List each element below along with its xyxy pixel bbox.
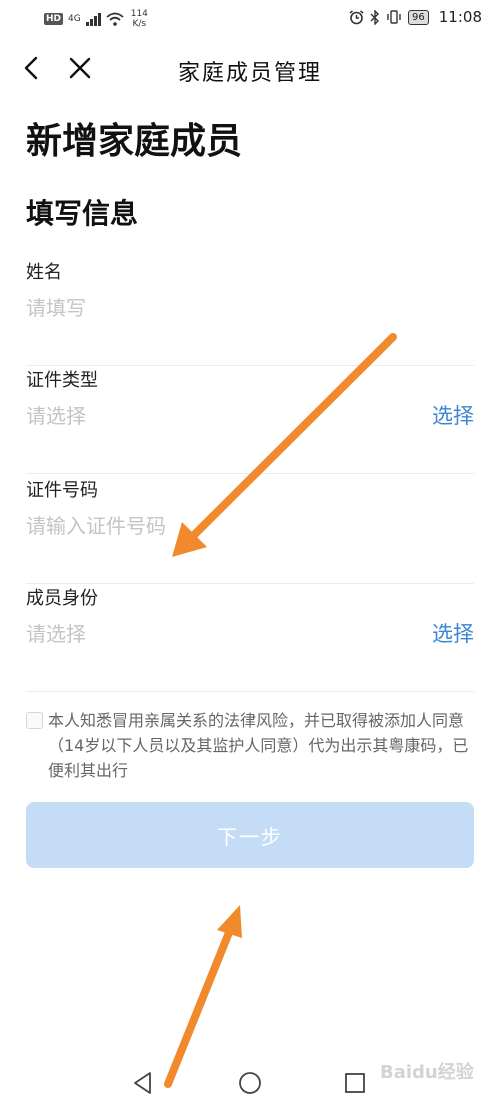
system-back-icon[interactable] <box>130 1070 156 1096</box>
system-home-icon[interactable] <box>237 1070 263 1096</box>
annotation-arrow-icon <box>164 333 397 1088</box>
system-recent-icon[interactable] <box>342 1070 368 1096</box>
watermark: Baidu经验 <box>380 1062 474 1083</box>
